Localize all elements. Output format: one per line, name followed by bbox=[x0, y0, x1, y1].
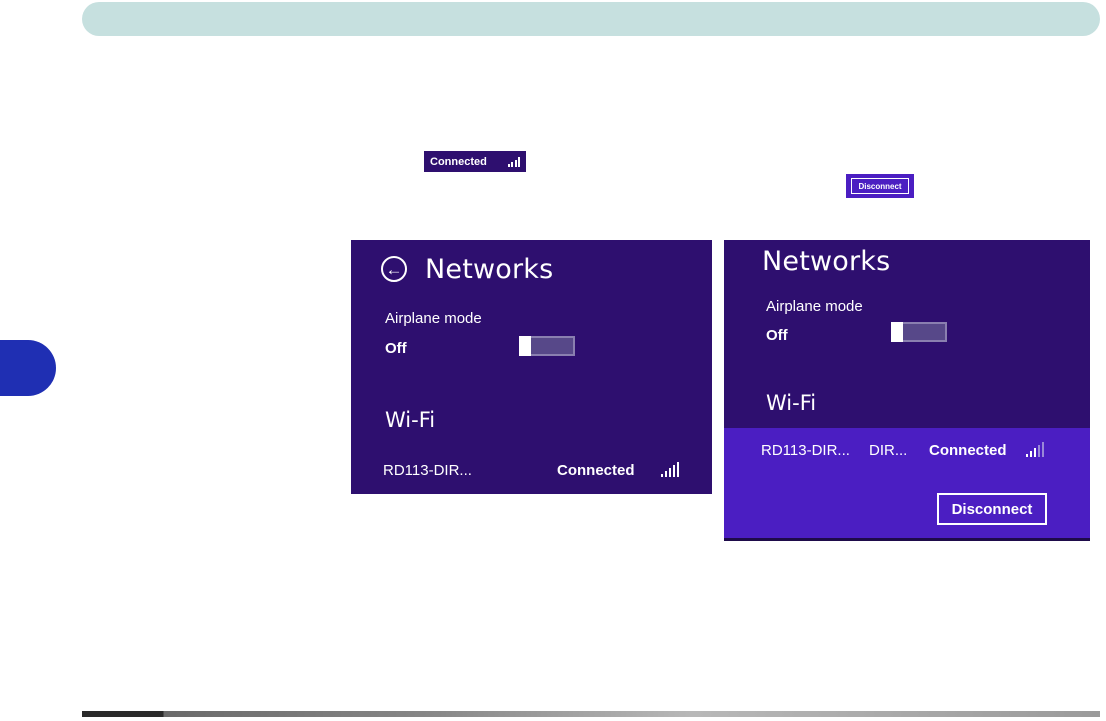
airplane-mode-state: Off bbox=[766, 327, 788, 344]
network-status: Connected bbox=[929, 442, 1007, 459]
network-status: Connected bbox=[557, 462, 635, 479]
network-name: RD113-DIR... bbox=[383, 462, 472, 479]
network-name: RD113-DIR... bbox=[761, 442, 850, 459]
airplane-mode-toggle[interactable] bbox=[891, 322, 947, 342]
back-arrow-icon[interactable]: ← bbox=[381, 256, 407, 282]
airplane-mode-toggle[interactable] bbox=[519, 336, 575, 356]
panel-title: Networks bbox=[425, 254, 554, 285]
network-item-selected[interactable]: RD113-DIR... DIR... Connected Disconnect bbox=[724, 428, 1090, 538]
side-tab bbox=[0, 340, 56, 396]
airplane-mode-label: Airplane mode bbox=[766, 298, 863, 315]
toggle-knob bbox=[891, 322, 903, 342]
header-bar bbox=[82, 2, 1100, 36]
signal-icon bbox=[661, 462, 679, 477]
wifi-heading: Wi-Fi bbox=[766, 391, 817, 415]
panel-bottom-border bbox=[724, 538, 1090, 541]
airplane-mode-label: Airplane mode bbox=[385, 310, 482, 327]
connected-chip: Connected bbox=[424, 151, 526, 172]
panel-title: Networks bbox=[762, 246, 891, 277]
disconnect-chip: Disconnect bbox=[846, 174, 914, 198]
toggle-knob bbox=[519, 336, 531, 356]
wifi-heading: Wi-Fi bbox=[385, 408, 436, 432]
network-name-extra: DIR... bbox=[869, 442, 908, 459]
signal-icon bbox=[507, 156, 520, 167]
disconnect-button[interactable]: Disconnect bbox=[937, 493, 1047, 525]
connected-chip-label: Connected bbox=[430, 155, 487, 168]
signal-icon bbox=[1026, 442, 1044, 457]
footer-rule bbox=[82, 711, 1100, 717]
networks-panel-right: Networks Airplane mode Off Wi-Fi RD113-D… bbox=[724, 240, 1090, 541]
disconnect-chip-label: Disconnect bbox=[851, 178, 909, 194]
airplane-mode-state: Off bbox=[385, 340, 407, 357]
networks-panel-left: ← Networks Airplane mode Off Wi-Fi RD113… bbox=[351, 240, 712, 494]
